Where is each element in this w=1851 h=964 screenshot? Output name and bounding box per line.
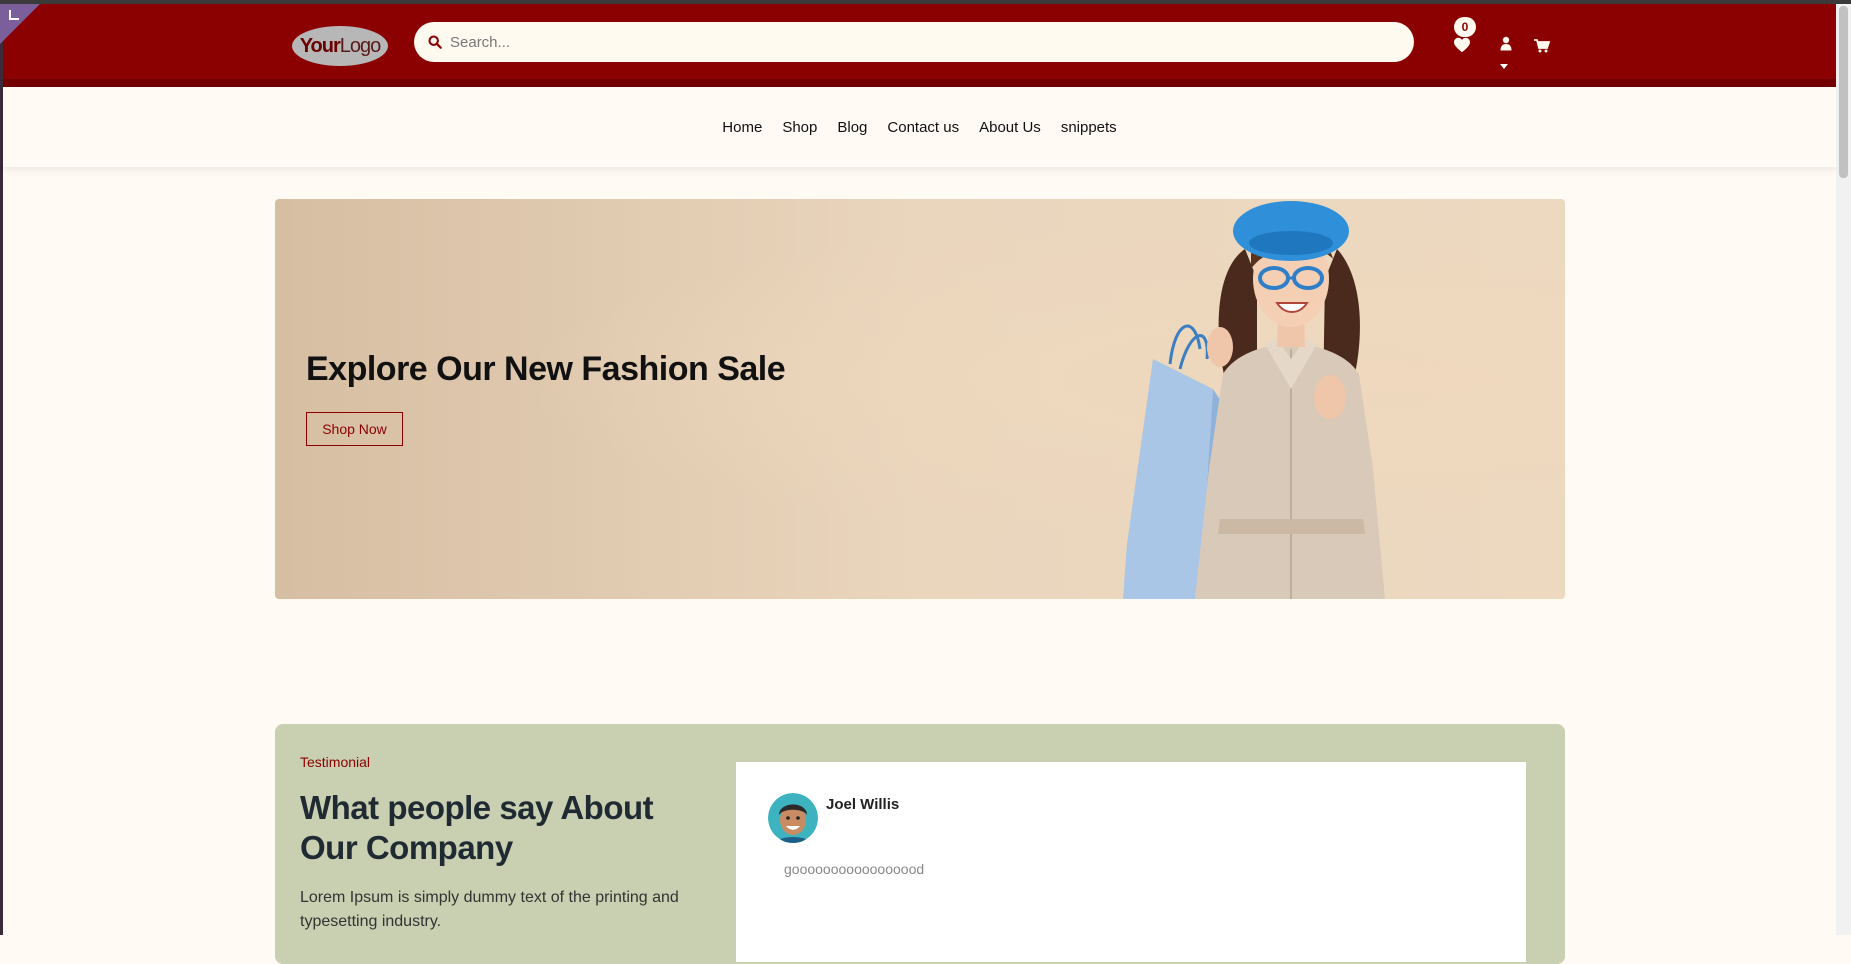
testimonial-section: Testimonial What people say About Our Co…	[275, 724, 1565, 964]
site-logo[interactable]: Your Logo	[292, 26, 388, 66]
nav-snippets[interactable]: snippets	[1061, 119, 1117, 136]
search-icon[interactable]	[428, 35, 442, 49]
nav-contact-us[interactable]: Contact us	[887, 119, 959, 136]
search-bar	[414, 22, 1414, 62]
hero-title: Explore Our New Fashion Sale	[306, 350, 786, 388]
logo-text-light: Logo	[339, 34, 381, 57]
hero-banner: Explore Our New Fashion Sale Shop Now	[275, 199, 1565, 599]
nav-shop[interactable]: Shop	[782, 119, 817, 136]
cart-icon[interactable]	[1534, 39, 1550, 53]
nav-blog[interactable]: Blog	[837, 119, 867, 136]
reviewer-name: Joel Willis	[826, 796, 900, 813]
testimonial-card: Joel Willis gooooooooooooooood	[736, 762, 1526, 962]
user-icon[interactable]	[1500, 36, 1512, 51]
logo-text-bold: Your	[299, 34, 341, 57]
user-dropdown-caret-icon[interactable]	[1500, 64, 1508, 69]
corner-bracket-icon	[9, 10, 19, 20]
testimonial-heading: What people say About Our Company	[300, 789, 654, 866]
hero-model-illustration	[1123, 201, 1385, 599]
editor-corner-toggle[interactable]	[0, 4, 40, 44]
review-quote: gooooooooooooooood	[784, 861, 925, 877]
avatar	[768, 793, 818, 843]
wishlist-count-badge: 0	[1454, 17, 1476, 37]
page-scrollbar-thumb[interactable]	[1839, 6, 1848, 178]
testimonial-description: Lorem Ipsum is simply dummy text of the …	[300, 889, 679, 930]
testimonial-eyebrow: Testimonial	[300, 754, 371, 770]
search-input[interactable]	[448, 32, 1352, 52]
main-navigation: Home Shop Blog Contact us About Us snipp…	[3, 87, 1836, 167]
nav-home[interactable]: Home	[722, 119, 762, 136]
nav-about-us[interactable]: About Us	[979, 119, 1041, 136]
heart-icon[interactable]	[1453, 37, 1471, 53]
shop-now-button[interactable]: Shop Now	[306, 412, 403, 446]
